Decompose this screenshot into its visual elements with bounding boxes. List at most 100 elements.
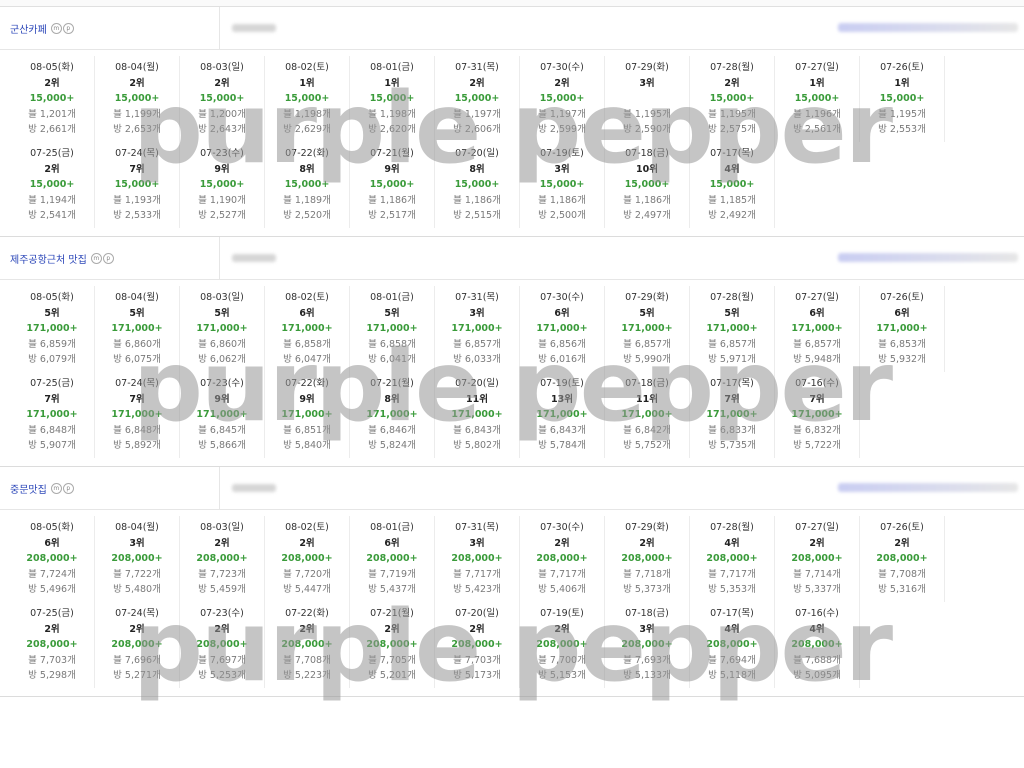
date-label: 08-05(화) (30, 62, 74, 73)
rank-value: 3위 (639, 77, 655, 89)
cafe-count: 방 6,047개 (283, 354, 331, 365)
date-label: 07-18(금) (625, 608, 669, 619)
date-label: 08-03(일) (200, 292, 244, 303)
rank-cell: 07-26(토) 1위 15,000+ 블 1,195개 방 2,553개 (860, 56, 945, 142)
rank-value: 3위 (129, 537, 145, 549)
search-volume: 208,000+ (196, 639, 248, 650)
blog-count: 블 7,697개 (198, 654, 246, 666)
cafe-count: 방 5,802개 (453, 440, 501, 451)
cafe-count: 방 5,459개 (198, 584, 246, 595)
rank-cell: 07-16(수) 4위 208,000+ 블 7,688개 방 5,095개 (775, 602, 860, 688)
rank-row: 08-05(화) 2위 15,000+ 블 1,201개 방 2,661개 08-04(월… (10, 56, 1024, 142)
mobile-icon[interactable]: m (90, 252, 102, 264)
date-label: 08-04(월) (115, 62, 159, 73)
cafe-count: 방 6,016개 (538, 354, 586, 365)
cafe-count: 방 2,497개 (623, 210, 671, 221)
rank-cell: 08-01(금) 5위 171,000+ 블 6,858개 방 6,041개 (350, 286, 435, 372)
rank-value: 7위 (44, 393, 60, 405)
blog-count: 블 1,197개 (538, 108, 586, 120)
pc-icon[interactable]: p (62, 22, 74, 34)
blog-count: 블 6,859개 (28, 338, 76, 350)
search-volume: 15,000+ (539, 93, 585, 104)
cafe-count: 방 2,517개 (368, 210, 416, 221)
keyword-link[interactable]: 제주공항근처 맛집 (10, 251, 87, 266)
rank-cell: 07-19(토) 2위 208,000+ 블 7,700개 방 5,153개 (520, 602, 605, 688)
search-volume: 15,000+ (114, 179, 160, 190)
blog-count: 블 6,856개 (538, 338, 586, 350)
blog-count: 블 1,193개 (113, 194, 161, 206)
search-volume: 208,000+ (451, 639, 503, 650)
cafe-count: 방 5,201개 (368, 670, 416, 681)
rank-cell: 07-20(일) 8위 15,000+ 블 1,186개 방 2,515개 (435, 142, 520, 228)
cafe-count: 방 2,492개 (708, 210, 756, 221)
search-volume: 171,000+ (111, 409, 163, 420)
cafe-count: 방 5,722개 (793, 440, 841, 451)
keyword-link[interactable]: 군산카페 (10, 21, 47, 36)
search-volume: 15,000+ (369, 93, 415, 104)
search-volume: 208,000+ (706, 639, 758, 650)
cafe-count: 방 2,533개 (113, 210, 161, 221)
rank-cell: 07-23(수) 9위 171,000+ 블 6,845개 방 5,866개 (180, 372, 265, 458)
pc-icon[interactable]: p (102, 252, 114, 264)
rank-value: 6위 (299, 307, 315, 319)
date-label: 08-02(토) (285, 62, 329, 73)
rank-value: 2위 (554, 537, 570, 549)
rank-value: 4위 (809, 623, 825, 635)
blog-count: 블 6,857개 (793, 338, 841, 350)
cafe-count: 방 6,041개 (368, 354, 416, 365)
date-label: 07-29(화) (625, 522, 669, 533)
keyword-link[interactable]: 중문맛집 (10, 481, 47, 496)
keyword-icons: mp (50, 22, 74, 34)
pc-icon[interactable]: p (62, 482, 74, 494)
blog-count: 블 6,851개 (283, 424, 331, 436)
rank-cell: 07-29(화) 5위 171,000+ 블 6,857개 방 5,990개 (605, 286, 690, 372)
redacted-url (838, 483, 1018, 492)
rank-value: 4위 (724, 623, 740, 635)
date-label: 07-18(금) (625, 148, 669, 159)
search-volume: 15,000+ (29, 179, 75, 190)
mobile-icon[interactable]: m (50, 482, 62, 494)
cafe-count: 방 2,527개 (198, 210, 246, 221)
blog-count: 블 1,198개 (368, 108, 416, 120)
rank-cell: 07-24(목) 7위 15,000+ 블 1,193개 방 2,533개 (95, 142, 180, 228)
search-volume: 171,000+ (706, 323, 758, 334)
rank-cell: 07-27(일) 2위 208,000+ 블 7,714개 방 5,337개 (775, 516, 860, 602)
blog-count: 블 6,858개 (368, 338, 416, 350)
rank-value: 7위 (129, 393, 145, 405)
search-volume: 15,000+ (624, 179, 670, 190)
date-label: 07-24(목) (115, 608, 159, 619)
blog-count: 블 1,199개 (113, 108, 161, 120)
date-label: 08-03(일) (200, 62, 244, 73)
keyword-section: 제주공항근처 맛집 m p 08-05(화) 5위 171,000+ 블 6,859개 방 6… (0, 237, 1024, 467)
search-volume: 15,000+ (454, 93, 500, 104)
search-volume: 171,000+ (196, 323, 248, 334)
search-volume: 208,000+ (26, 639, 78, 650)
rank-cell: 07-27(일) 1위 15,000+ 블 1,196개 방 2,561개 (775, 56, 860, 142)
blog-count: 블 6,843개 (453, 424, 501, 436)
rank-row: 07-25(금) 2위 208,000+ 블 7,703개 방 5,298개 07-24(… (10, 602, 1024, 688)
cafe-count: 방 2,590개 (623, 124, 671, 135)
blog-count: 블 1,186개 (453, 194, 501, 206)
rank-value: 2위 (384, 623, 400, 635)
rank-value: 2위 (639, 537, 655, 549)
cafe-count: 방 5,423개 (453, 584, 501, 595)
search-volume: 171,000+ (876, 323, 928, 334)
blog-count: 블 6,842개 (623, 424, 671, 436)
blog-count: 블 6,857개 (623, 338, 671, 350)
search-volume: 171,000+ (451, 409, 503, 420)
rank-cell: 07-29(화) 2위 208,000+ 블 7,718개 방 5,373개 (605, 516, 690, 602)
search-volume: 15,000+ (879, 93, 925, 104)
cafe-count: 방 2,643개 (198, 124, 246, 135)
search-volume: 15,000+ (539, 179, 585, 190)
blog-count: 블 1,185개 (708, 194, 756, 206)
cafe-count: 방 2,553개 (878, 124, 926, 135)
search-volume: 15,000+ (369, 179, 415, 190)
rank-cell: 08-04(월) 2위 15,000+ 블 1,199개 방 2,653개 (95, 56, 180, 142)
rank-value: 6위 (809, 307, 825, 319)
mobile-icon[interactable]: m (50, 22, 62, 34)
rank-cell: 07-23(수) 9위 15,000+ 블 1,190개 방 2,527개 (180, 142, 265, 228)
cafe-count: 방 5,990개 (623, 354, 671, 365)
cafe-count: 방 2,620개 (368, 124, 416, 135)
search-volume: 208,000+ (876, 553, 928, 564)
search-volume: 171,000+ (111, 323, 163, 334)
